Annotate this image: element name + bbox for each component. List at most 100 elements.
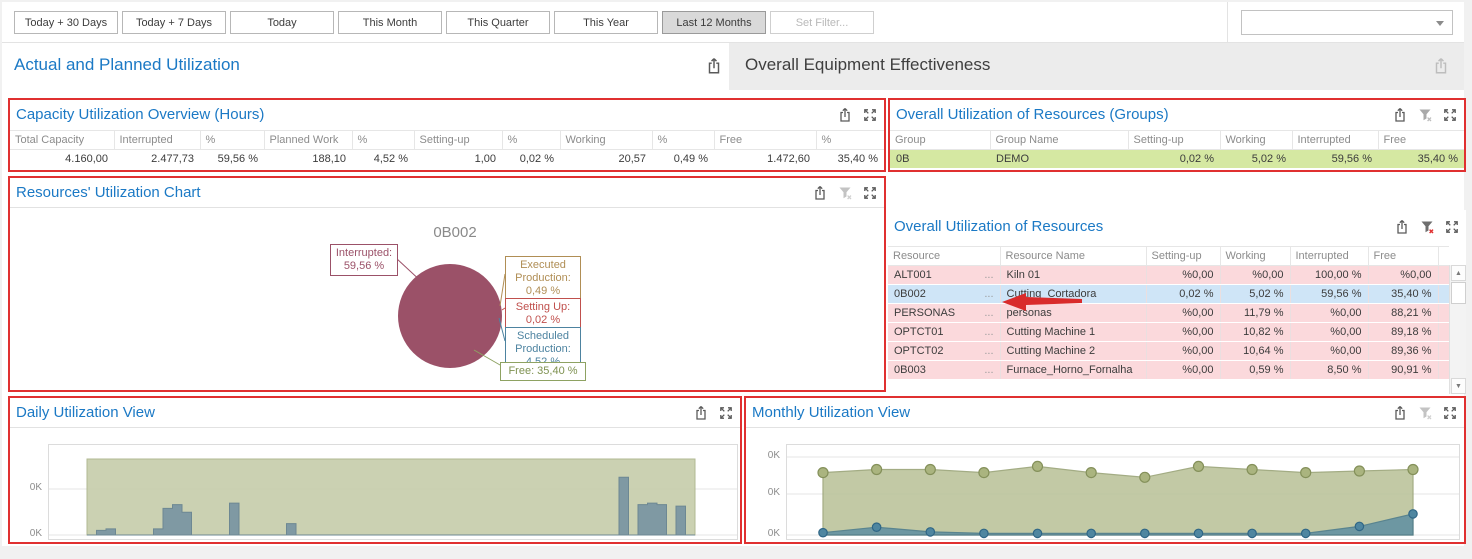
expand-icon[interactable] [718, 405, 734, 421]
col-header[interactable]: Group [890, 131, 990, 150]
filter-button-today[interactable]: Today [230, 11, 334, 34]
col-header[interactable]: Setting-up [1146, 247, 1220, 266]
cell-free: 88,21 % [1368, 304, 1438, 323]
resource-row-alt001[interactable]: ALT001... Kiln 01 %0,00 %0,00 100,00 % %… [888, 266, 1449, 285]
col-header[interactable]: Group Name [990, 131, 1128, 150]
cell-setting-up: 1,00 [414, 150, 502, 169]
export-icon[interactable] [812, 185, 828, 201]
col-header[interactable]: Working [560, 131, 652, 150]
filter-button-this-month[interactable]: This Month [338, 11, 442, 34]
col-header[interactable]: % [816, 131, 884, 150]
filter-clear-icon[interactable] [837, 185, 853, 201]
dashboard-content: Today + 30 Days Today + 7 Days Today Thi… [2, 2, 1464, 546]
panel-title: Overall Utilization of Resources [894, 218, 1103, 235]
col-header[interactable]: Interrupted [1290, 247, 1368, 266]
col-header[interactable]: Resource [888, 247, 1000, 266]
capacity-value-row[interactable]: 4.160,00 2.477,73 59,56 % 188,10 4,52 % … [10, 150, 884, 169]
panel-daily-utilization: Daily Utilization View 0K 0K [8, 396, 742, 544]
col-header[interactable]: % [652, 131, 714, 150]
resource-row-optct02[interactable]: OPTCT02... Cutting Machine 2 %0,00 10,64… [888, 342, 1449, 361]
filter-clear-icon[interactable] [1417, 405, 1433, 421]
col-header[interactable]: Free [714, 131, 816, 150]
tab-overall-equipment-effectiveness[interactable]: Overall Equipment Effectiveness [729, 43, 1464, 90]
filter-active-clear-icon[interactable] [1419, 219, 1435, 235]
filter-button-today-plus-30[interactable]: Today + 30 Days [14, 11, 118, 34]
col-header[interactable]: Planned Work [264, 131, 352, 150]
col-header[interactable]: Free [1368, 247, 1438, 266]
cell-resource-code: 0B002 [894, 288, 926, 300]
panel-monthly-utilization: Monthly Utilization View 0K 0K 0K [744, 396, 1466, 544]
cell-setting: 0,02 % [1146, 285, 1220, 304]
resource-row-0b003[interactable]: 0B003... Furnace_Horno_Fornalha %0,00 0,… [888, 361, 1449, 380]
export-icon[interactable] [1392, 107, 1408, 123]
tab-actual-planned-utilization[interactable]: Actual and Planned Utilization [2, 43, 729, 90]
col-header[interactable]: Working [1220, 131, 1292, 150]
ellipsis-button[interactable]: ... [984, 364, 993, 376]
cell-working: 0,59 % [1220, 361, 1290, 380]
cell-resource-name: Cutting Machine 2 [1000, 342, 1146, 361]
expand-icon[interactable] [1442, 405, 1458, 421]
cell-free: 35,40 % [1368, 285, 1438, 304]
filter-button-this-year[interactable]: This Year [554, 11, 658, 34]
cell-working: 20,57 [560, 150, 652, 169]
col-header[interactable]: Interrupted [1292, 131, 1378, 150]
ellipsis-button[interactable]: ... [984, 307, 993, 319]
date-filter-buttons: Today + 30 Days Today + 7 Days Today Thi… [14, 11, 874, 34]
vertical-scrollbar[interactable]: ▲ ▼ [1449, 265, 1466, 394]
export-icon[interactable] [1432, 57, 1450, 75]
pie-connector-lines [10, 208, 884, 388]
col-header[interactable]: Setting-up [414, 131, 502, 150]
export-icon[interactable] [705, 57, 723, 75]
group-row-demo[interactable]: 0B DEMO 0,02 % 5,02 % 59,56 % 35,40 % [890, 150, 1464, 169]
col-header[interactable]: Free [1378, 131, 1464, 150]
col-header[interactable]: Interrupted [114, 131, 200, 150]
scroll-up-button[interactable]: ▲ [1451, 265, 1466, 281]
scroll-down-button[interactable]: ▼ [1451, 378, 1466, 394]
expand-icon[interactable] [1444, 219, 1460, 235]
cell-working: 5,02 % [1220, 150, 1292, 169]
resource-filter-dropdown[interactable] [1241, 10, 1453, 35]
cell-free: 89,36 % [1368, 342, 1438, 361]
export-icon[interactable] [1394, 219, 1410, 235]
col-header[interactable]: % [502, 131, 560, 150]
cell-working: 10,82 % [1220, 323, 1290, 342]
cell-interrupted: 100,00 % [1290, 266, 1368, 285]
col-header[interactable]: Resource Name [1000, 247, 1146, 266]
filter-button-this-quarter[interactable]: This Quarter [446, 11, 550, 34]
col-header[interactable]: % [200, 131, 264, 150]
panel-utilization-resources: Overall Utilization of Resources [888, 210, 1466, 394]
resource-row-personas[interactable]: PERSONAS... personas %0,00 11,79 % %0,00… [888, 304, 1449, 323]
cell-free: 90,91 % [1368, 361, 1438, 380]
panel-title: Daily Utilization View [16, 404, 155, 421]
panel-utilization-groups: Overall Utilization of Resources (Groups… [888, 98, 1466, 172]
col-header[interactable]: Total Capacity [10, 131, 114, 150]
ellipsis-button[interactable]: ... [984, 269, 993, 281]
cell-setting: %0,00 [1146, 304, 1220, 323]
resource-row-optct01[interactable]: OPTCT01... Cutting Machine 1 %0,00 10,82… [888, 323, 1449, 342]
toolbar-right-section [1227, 2, 1464, 43]
ellipsis-button[interactable]: ... [984, 326, 993, 338]
filter-button-today-plus-7[interactable]: Today + 7 Days [122, 11, 226, 34]
expand-icon[interactable] [862, 107, 878, 123]
expand-icon[interactable] [862, 185, 878, 201]
ellipsis-button[interactable]: ... [984, 288, 993, 300]
export-icon[interactable] [1392, 405, 1408, 421]
filter-clear-icon[interactable] [1417, 107, 1433, 123]
panel-header: Overall Utilization of Resources (Groups… [890, 100, 1464, 130]
resource-row-0b002-selected[interactable]: 0B002... Cutting_Cortadora 0,02 % 5,02 %… [888, 285, 1449, 304]
ellipsis-button[interactable]: ... [984, 345, 993, 357]
col-header-spacer [1438, 247, 1449, 266]
col-header[interactable]: Working [1220, 247, 1290, 266]
set-filter-button[interactable]: Set Filter... [770, 11, 874, 34]
dashboard-frame: Today + 30 Days Today + 7 Days Today Thi… [0, 0, 1472, 559]
col-header[interactable]: % [352, 131, 414, 150]
col-header[interactable]: Setting-up [1128, 131, 1220, 150]
export-icon[interactable] [837, 107, 853, 123]
cell-resource-code: ALT001 [894, 269, 932, 281]
expand-icon[interactable] [1442, 107, 1458, 123]
export-icon[interactable] [693, 405, 709, 421]
cell-interrupted: 59,56 % [1290, 285, 1368, 304]
filter-button-last-12-months[interactable]: Last 12 Months [662, 11, 766, 34]
scrollbar-thumb[interactable] [1451, 282, 1466, 304]
cell-setting: 0,02 % [1128, 150, 1220, 169]
